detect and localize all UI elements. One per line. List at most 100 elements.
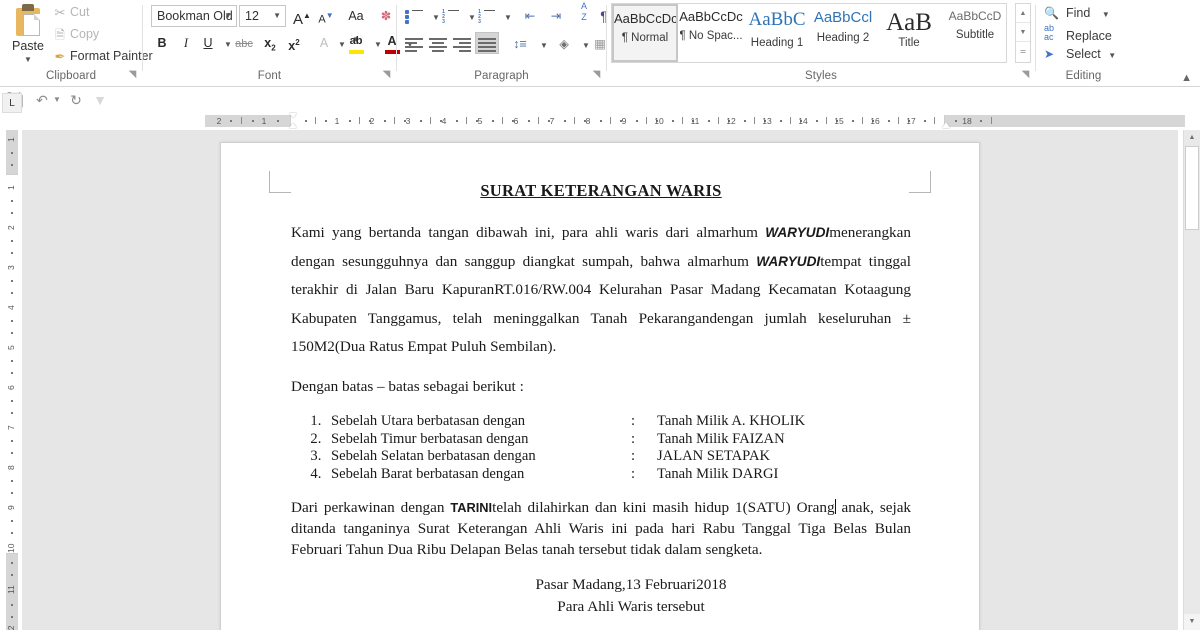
font-name-combobox[interactable]: Bookman Old ▼ (151, 5, 237, 27)
styles-scroll-up-icon[interactable]: ▲ (1016, 4, 1030, 23)
multilevel-caret-icon[interactable]: ▼ (497, 5, 519, 27)
format-painter-button[interactable]: ✒ Format Painter (50, 46, 153, 66)
style-item-title[interactable]: AaB Title (876, 4, 942, 62)
paragraph-bounds-lead[interactable]: Dengan batas – batas sebagai berikut : (291, 373, 911, 402)
bullets-button[interactable] (403, 5, 425, 27)
list-item[interactable]: Sebelah Barat berbatasan dengan: Tanah Mi… (325, 466, 911, 484)
italic-button[interactable]: I (175, 32, 197, 54)
scroll-down-icon[interactable]: ▼ (1184, 614, 1200, 630)
font-dialog-launcher[interactable]: ◥ (381, 69, 392, 80)
boundary-label: Sebelah Utara berbatasan dengan (331, 413, 526, 429)
strikethrough-button[interactable]: abc (231, 32, 257, 54)
font-size-dropdown-caret-icon[interactable]: ▼ (273, 6, 281, 26)
boundary-colon: : (631, 465, 636, 482)
spouse-name: TARINI (450, 500, 493, 515)
paragraph-marriage[interactable]: Dari perkawinan dengan TARINItelah dilah… (291, 497, 911, 560)
align-right-button[interactable] (451, 33, 473, 55)
select-button[interactable]: ➤ Select ▼ (1044, 45, 1116, 63)
style-name: ¶ Normal (621, 32, 669, 44)
indent-markers[interactable] (289, 113, 298, 129)
line-spacing-caret-icon[interactable]: ▼ (533, 33, 555, 55)
style-item-normal[interactable]: AaBbCcDc ¶ Normal (612, 4, 678, 62)
style-item-subtitle[interactable]: AaBbCcD Subtitle (942, 4, 1008, 62)
vertical-scrollbar[interactable]: ▲ ▼ (1183, 130, 1200, 630)
vruler-tick: 9 (6, 505, 16, 511)
list-item[interactable]: Sebelah Selatan berbatasan dengan: JALAN … (325, 448, 911, 466)
redo-icon[interactable]: ↻ (66, 90, 86, 110)
styles-scroll-down-icon[interactable]: ▼ (1016, 23, 1030, 42)
list-item[interactable]: Sebelah Timur berbatasan dengan: Tanah Mi… (325, 431, 911, 449)
align-center-button[interactable] (427, 33, 449, 55)
right-indent-marker[interactable] (942, 122, 950, 128)
replace-button[interactable]: ab ac Replace (1044, 24, 1112, 44)
ruler-tick: 13 (762, 116, 772, 126)
find-button[interactable]: 🔍 Find ▼ (1044, 4, 1110, 22)
hanging-indent-marker[interactable] (289, 123, 297, 128)
align-left-button[interactable] (403, 33, 425, 55)
decrease-indent-button[interactable]: ⇤ (519, 5, 541, 27)
paragraph-intro[interactable]: Kami yang bertanda tangan dibawah ini, p… (291, 219, 911, 362)
underline-button[interactable]: U (197, 32, 219, 54)
paste-dropdown-caret-icon[interactable]: ▼ (6, 56, 50, 64)
styles-gallery-scrollbar[interactable]: ▲ ▼ ⚌ (1015, 3, 1031, 63)
font-size-combobox[interactable]: 12 ▼ (239, 5, 286, 27)
document-canvas[interactable]: SURAT KETERANGAN WARIS Kami yang bertand… (22, 130, 1178, 630)
find-caret-icon[interactable]: ▼ (1102, 10, 1110, 19)
grow-font-button[interactable]: A▲ (291, 5, 313, 28)
style-name: Heading 1 (750, 37, 804, 49)
tab-stop-selector[interactable]: L (2, 93, 22, 113)
shrink-font-button[interactable]: A▼ (315, 5, 337, 27)
sort-button[interactable]: AZ (573, 1, 595, 23)
paste-button[interactable]: Paste ▼ (6, 2, 50, 68)
deceased-name-2: WARYUDI (756, 253, 821, 269)
text-highlight-color-button[interactable]: ab (345, 30, 367, 54)
bold-button[interactable]: B (151, 32, 173, 54)
change-case-label: Aa (348, 9, 364, 23)
styles-more-icon[interactable]: ⚌ (1016, 42, 1030, 61)
numbered-list-icon: 123 (441, 9, 459, 24)
collapse-ribbon-icon[interactable]: ▲ (1181, 72, 1192, 84)
change-case-button[interactable]: Aa ▼ (343, 5, 369, 44)
ribbon-group-clipboard: Paste ▼ ✂ Cut 🗎 Copy ✒ Format Painter Clipb… (0, 0, 153, 86)
justify-button[interactable] (475, 32, 499, 54)
scroll-up-icon[interactable]: ▲ (1184, 130, 1200, 146)
superscript-button[interactable]: x2 (283, 32, 305, 54)
increase-indent-button[interactable]: ⇥ (545, 5, 567, 27)
numbering-button[interactable]: 123 (439, 5, 461, 27)
styles-dialog-launcher[interactable]: ◥ (1020, 69, 1031, 80)
cut-button[interactable]: ✂ Cut (50, 2, 90, 22)
customize-qat-icon[interactable]: ▼ (90, 90, 110, 110)
vruler-tick: 5 (6, 345, 16, 351)
font-name-dropdown-caret-icon[interactable]: ▼ (224, 6, 232, 26)
undo-icon[interactable]: ↶ (32, 90, 52, 110)
ruler-tick: 2 (216, 116, 222, 126)
ruler-tick: 4 (441, 116, 447, 126)
style-item-heading-2[interactable]: AaBbCcl Heading 2 (810, 4, 876, 62)
ruler-tick: 18 (962, 116, 972, 126)
select-caret-icon[interactable]: ▼ (1108, 51, 1116, 60)
list-item[interactable]: Sebelah Utara berbatasan dengan: Tanah Mi… (325, 413, 911, 431)
vertical-ruler[interactable]: 1 1 2 3 4 5 6 7 8 9 10 11 12 (4, 130, 20, 630)
ruler-tick: 10 (654, 116, 664, 126)
boundary-value: Tanah Milik DARGI (657, 465, 779, 482)
bullet-list-icon (405, 9, 423, 24)
scissors-icon: ✂ (54, 4, 66, 20)
clear-formatting-button[interactable]: ✽ (375, 5, 397, 27)
undo-caret-icon[interactable]: ▼ (52, 90, 62, 110)
multilevel-list-button[interactable]: 123 (475, 5, 497, 27)
subscript-button[interactable]: x2 (259, 32, 281, 54)
style-item-no-spacing[interactable]: AaBbCcDc ¶ No Spac... (678, 4, 744, 62)
style-item-heading-1[interactable]: AaBbC Heading 1 (744, 4, 810, 62)
scrollbar-thumb[interactable] (1185, 146, 1199, 230)
document-body[interactable]: SURAT KETERANGAN WARIS Kami yang bertand… (291, 181, 911, 618)
copy-button[interactable]: 🗎 Copy (50, 24, 99, 44)
multilevel-list-icon: 123 (477, 9, 495, 24)
shading-button[interactable]: ◈ (553, 33, 575, 55)
document-page[interactable]: SURAT KETERANGAN WARIS Kami yang bertand… (220, 142, 980, 630)
boundaries-list[interactable]: Sebelah Utara berbatasan dengan: Tanah Mi… (291, 413, 911, 483)
clipboard-dialog-launcher[interactable]: ◥ (127, 69, 138, 80)
horizontal-ruler[interactable]: 2 1 1 2 3 4 5 6 7 8 9 10 11 12 13 14 15 … (205, 113, 1185, 129)
paragraph-dialog-launcher[interactable]: ◥ (591, 69, 602, 80)
line-spacing-button[interactable]: ↕≡ (509, 33, 531, 55)
first-line-indent-marker[interactable] (289, 113, 297, 118)
